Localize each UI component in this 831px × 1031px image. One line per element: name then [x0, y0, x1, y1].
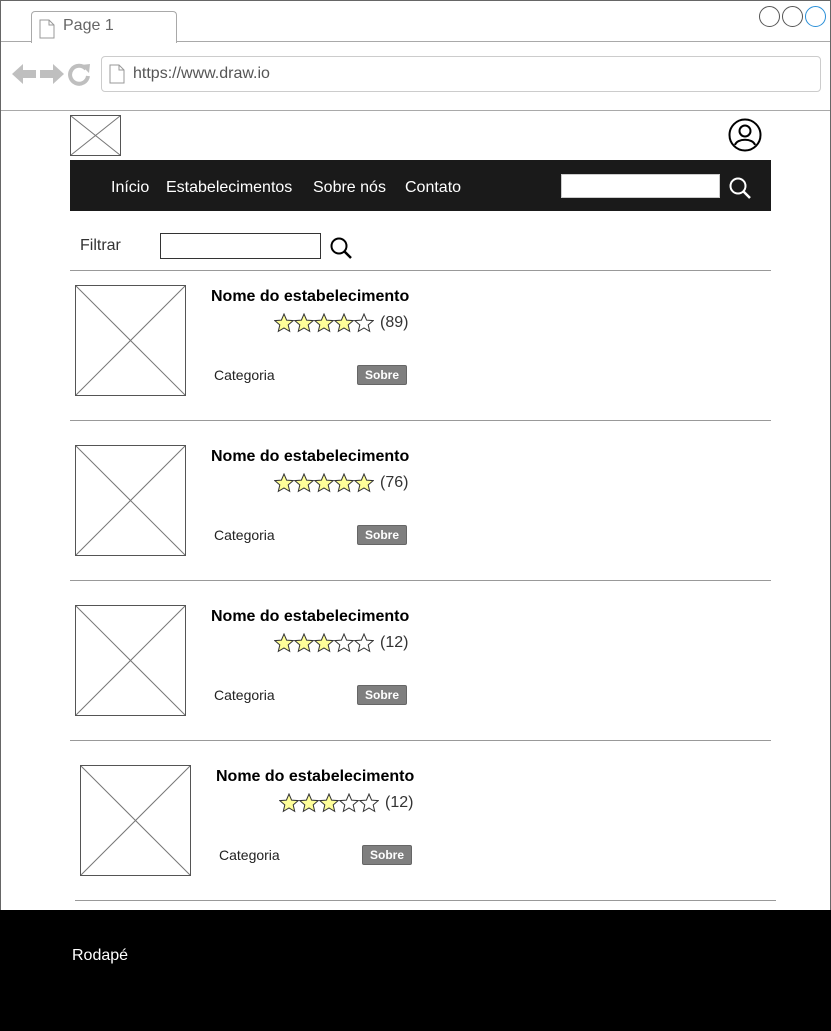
minimize-button[interactable] — [759, 6, 780, 27]
star-empty-icon — [354, 313, 374, 333]
image-placeholder-icon — [76, 606, 185, 715]
star-filled-icon — [294, 633, 314, 653]
star-filled-icon — [314, 633, 334, 653]
list-item: Nome do estabelecimento (12) Categoria S… — [75, 750, 780, 910]
star-filled-icon — [279, 793, 299, 813]
image-placeholder-icon — [76, 446, 185, 555]
browser-tab[interactable]: Page 1 — [31, 11, 177, 43]
star-empty-icon — [334, 633, 354, 653]
image-placeholder-icon — [70, 115, 121, 156]
window-controls — [759, 6, 826, 27]
nav-item-sobre-nos[interactable]: Sobre nós — [313, 179, 386, 197]
logo-placeholder[interactable] — [70, 115, 121, 156]
establishment-image[interactable] — [75, 605, 186, 716]
list-item: Nome do estabelecimento (76) Categoria S… — [70, 430, 775, 590]
establishment-name[interactable]: Nome do estabelecimento — [211, 288, 409, 306]
about-button[interactable]: Sobre — [357, 365, 407, 385]
divider — [70, 740, 771, 741]
star-filled-icon — [314, 313, 334, 333]
divider — [70, 580, 771, 581]
establishment-name[interactable]: Nome do estabelecimento — [216, 768, 414, 786]
star-filled-icon — [274, 473, 294, 493]
star-filled-icon — [314, 473, 334, 493]
tab-label: Page 1 — [63, 17, 114, 34]
maximize-button[interactable] — [782, 6, 803, 27]
divider — [75, 900, 776, 901]
rating-count: (89) — [380, 314, 409, 331]
header-search-input[interactable] — [561, 174, 720, 198]
nav-item-contato[interactable]: Contato — [405, 179, 461, 197]
divider — [70, 420, 771, 421]
star-filled-icon — [274, 633, 294, 653]
establishment-category: Categoria — [214, 367, 275, 383]
establishment-image[interactable] — [75, 285, 186, 396]
star-filled-icon — [274, 313, 294, 333]
list-item: Nome do estabelecimento (89) Categoria S… — [70, 270, 775, 430]
star-filled-icon — [319, 793, 339, 813]
page-icon — [109, 64, 125, 84]
star-rating: (12) — [279, 793, 413, 813]
star-empty-icon — [339, 793, 359, 813]
star-rating: (12) — [274, 633, 408, 653]
star-filled-icon — [294, 313, 314, 333]
forward-arrow-icon[interactable] — [39, 62, 65, 86]
search-icon[interactable] — [329, 236, 353, 260]
about-button[interactable]: Sobre — [357, 685, 407, 705]
establishment-name[interactable]: Nome do estabelecimento — [211, 608, 409, 626]
establishment-image[interactable] — [75, 445, 186, 556]
about-button[interactable]: Sobre — [357, 525, 407, 545]
star-filled-icon — [334, 473, 354, 493]
star-filled-icon — [294, 473, 314, 493]
star-filled-icon — [354, 473, 374, 493]
establishment-category: Categoria — [214, 687, 275, 703]
filter-label: Filtrar — [80, 237, 121, 254]
image-placeholder-icon — [81, 766, 190, 875]
user-account-icon[interactable] — [728, 118, 762, 152]
main-navigation: Início Estabelecimentos Sobre nós Contat… — [70, 160, 771, 211]
establishment-image[interactable] — [80, 765, 191, 876]
rating-count: (12) — [385, 794, 414, 811]
star-empty-icon — [354, 633, 374, 653]
establishment-name[interactable]: Nome do estabelecimento — [211, 448, 409, 466]
image-placeholder-icon — [76, 286, 185, 395]
filter-input[interactable] — [160, 233, 321, 259]
page-icon — [39, 19, 55, 39]
about-button[interactable]: Sobre — [362, 845, 412, 865]
address-bar[interactable]: https://www.draw.io — [101, 56, 821, 92]
close-button[interactable] — [805, 6, 826, 27]
star-rating: (76) — [274, 473, 408, 493]
list-item: Nome do estabelecimento (12) Categoria S… — [70, 590, 775, 750]
footer: Rodapé — [0, 910, 831, 1031]
refresh-icon[interactable] — [67, 62, 91, 86]
star-rating: (89) — [274, 313, 408, 333]
browser-toolbar: https://www.draw.io — [1, 42, 830, 111]
establishment-category: Categoria — [219, 847, 280, 863]
establishment-category: Categoria — [214, 527, 275, 543]
rating-count: (12) — [380, 634, 409, 651]
tab-bar: Page 1 — [1, 1, 830, 43]
nav-item-inicio[interactable]: Início — [111, 179, 149, 197]
star-filled-icon — [299, 793, 319, 813]
rating-count: (76) — [380, 474, 409, 491]
url-text: https://www.draw.io — [133, 65, 270, 82]
star-filled-icon — [334, 313, 354, 333]
back-arrow-icon[interactable] — [11, 62, 37, 86]
star-empty-icon — [359, 793, 379, 813]
footer-text: Rodapé — [72, 947, 129, 964]
nav-item-estabelecimentos[interactable]: Estabelecimentos — [166, 179, 292, 197]
search-icon[interactable] — [728, 176, 752, 200]
